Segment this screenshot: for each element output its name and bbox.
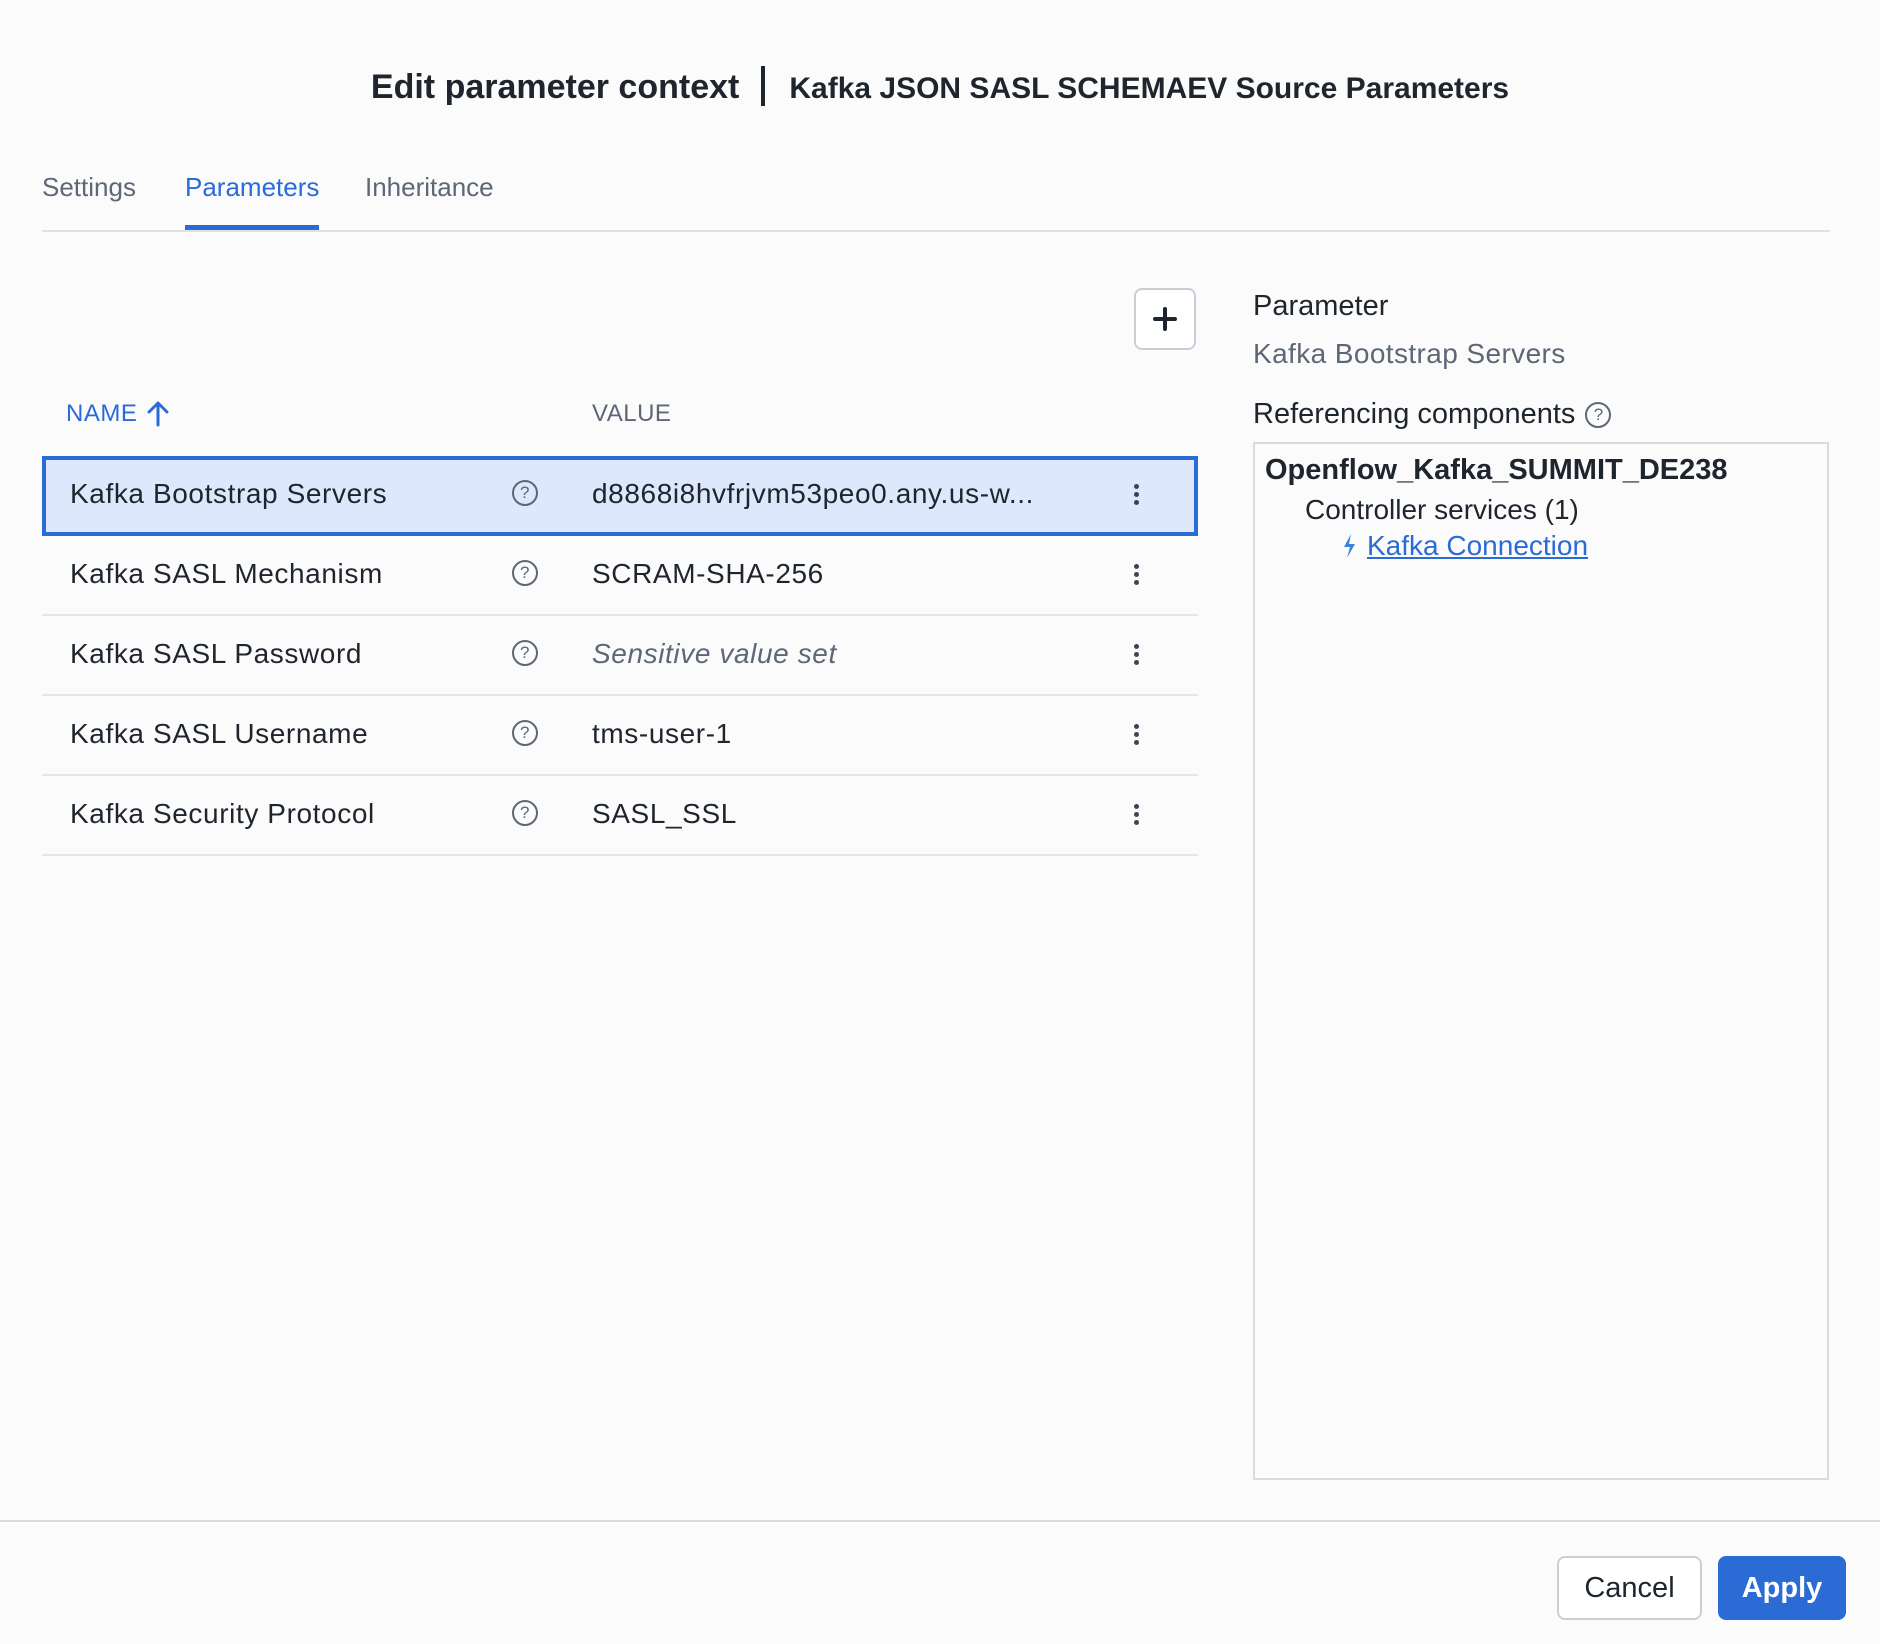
more-options-icon[interactable] [1128, 804, 1144, 830]
column-header-value[interactable]: VALUE [592, 400, 671, 428]
context-name: Kafka JSON SASL SCHEMAEV Source Paramete… [789, 72, 1510, 105]
parameter-value: SASL_SSL [592, 798, 737, 829]
parameter-value: d8868i8hvfrjvm53peo0.any.us-w... [592, 478, 1035, 509]
help-icon[interactable]: ? [512, 720, 538, 746]
parameter-name: Kafka Bootstrap Servers [70, 478, 388, 509]
title-separator [761, 66, 766, 106]
parameter-name: Kafka Security Protocol [70, 798, 375, 829]
referencing-components-heading: Referencing components ? [1253, 398, 1612, 431]
table-row[interactable]: Kafka SASL Password ? Sensitive value se… [42, 616, 1198, 696]
plus-icon [1153, 307, 1177, 331]
controller-services-label: Controller services (1) [1305, 494, 1579, 525]
parameter-name: Kafka SASL Username [70, 718, 369, 749]
parameters-table: Kafka Bootstrap Servers ? d8868i8hvfrjvm… [42, 456, 1198, 856]
dialog-title: Edit parameter context Kafka JSON SASL SC… [0, 66, 1880, 107]
tab-inheritance[interactable]: Inheritance [365, 172, 494, 228]
parameter-value: tms-user-1 [592, 718, 732, 749]
more-options-icon[interactable] [1128, 484, 1144, 510]
help-icon[interactable]: ? [512, 480, 538, 506]
column-header-name-label: NAME [66, 400, 138, 427]
table-row[interactable]: Kafka Security Protocol ? SASL_SSL [42, 776, 1198, 856]
sort-ascending-icon [147, 401, 169, 427]
help-icon[interactable]: ? [512, 560, 538, 586]
tab-parameters[interactable]: Parameters [185, 172, 320, 230]
controller-service-item: Kafka Connection [1341, 530, 1588, 562]
help-icon[interactable]: ? [1585, 401, 1612, 428]
parameter-value: Sensitive value set [592, 638, 837, 669]
tab-settings[interactable]: Settings [42, 172, 136, 228]
table-row[interactable]: Kafka Bootstrap Servers ? d8868i8hvfrjvm… [42, 456, 1198, 536]
table-row[interactable]: Kafka SASL Username ? tms-user-1 [42, 696, 1198, 776]
process-group-name: Openflow_Kafka_SUMMIT_DE238 [1265, 454, 1728, 486]
kafka-connection-link[interactable]: Kafka Connection [1367, 530, 1588, 562]
table-row[interactable]: Kafka SASL Mechanism ? SCRAM-SHA-256 [42, 536, 1198, 616]
tab-bar: Settings Parameters Inheritance [42, 172, 1830, 232]
more-options-icon[interactable] [1128, 644, 1144, 670]
selected-parameter-name: Kafka Bootstrap Servers [1253, 338, 1566, 369]
more-options-icon[interactable] [1128, 564, 1144, 590]
parameter-value: SCRAM-SHA-256 [592, 558, 824, 589]
dialog-footer: Cancel Apply [0, 1520, 1880, 1644]
help-icon[interactable]: ? [512, 640, 538, 666]
dialog-title-text: Edit parameter context [370, 68, 740, 106]
more-options-icon[interactable] [1128, 724, 1144, 750]
referencing-components-label: Referencing components [1253, 398, 1576, 430]
parameter-name: Kafka SASL Password [70, 638, 363, 669]
parameter-label: Parameter [1253, 290, 1389, 322]
help-icon[interactable]: ? [512, 800, 538, 826]
add-parameter-button[interactable] [1134, 288, 1196, 350]
lightning-bolt-icon [1344, 534, 1355, 558]
cancel-button[interactable]: Cancel [1557, 1556, 1702, 1620]
parameter-name: Kafka SASL Mechanism [70, 558, 383, 589]
apply-button[interactable]: Apply [1718, 1556, 1846, 1620]
referencing-components-panel: Openflow_Kafka_SUMMIT_DE238 Controller s… [1253, 442, 1829, 1480]
column-header-name[interactable]: NAME [66, 400, 169, 428]
